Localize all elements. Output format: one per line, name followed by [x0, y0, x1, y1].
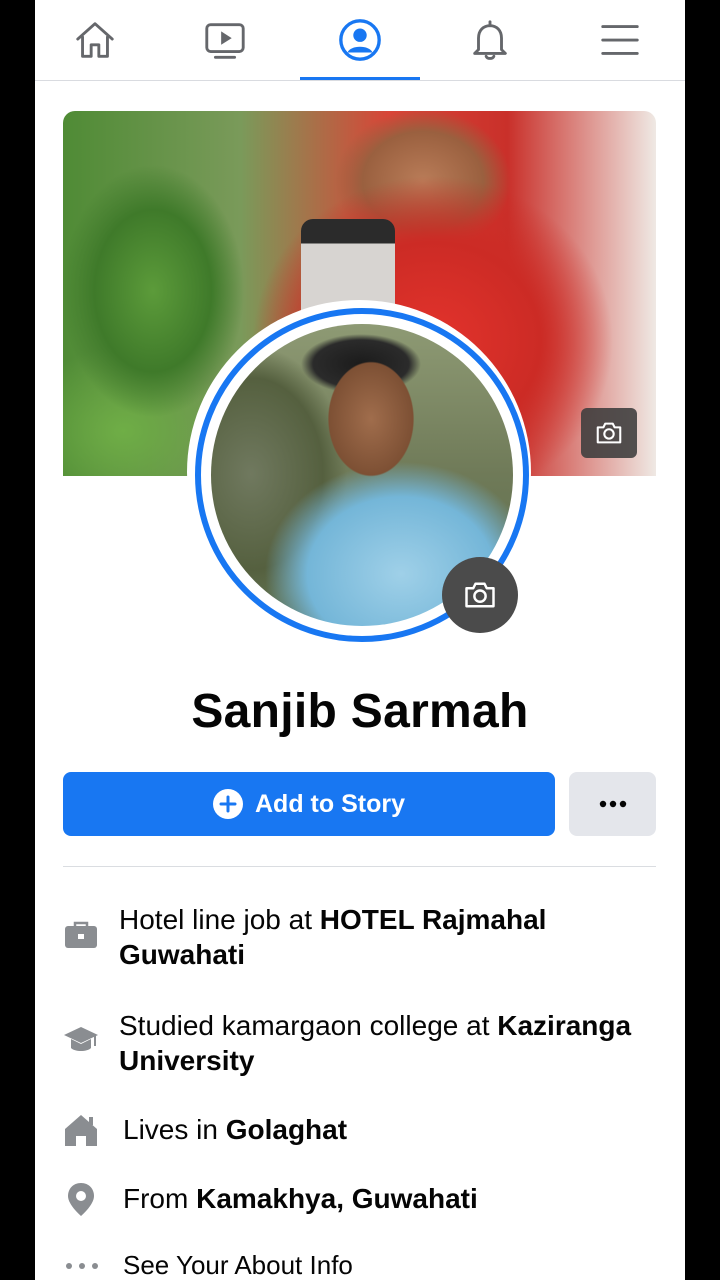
hamburger-menu-icon [601, 25, 639, 55]
tab-menu[interactable] [560, 0, 680, 80]
camera-icon [596, 422, 622, 444]
education-prefix: Studied kamargaon college at [119, 1010, 498, 1041]
section-divider [63, 866, 656, 867]
video-icon [205, 23, 245, 59]
edit-cover-photo-button[interactable] [581, 408, 637, 458]
camera-icon [465, 582, 495, 608]
bell-icon [473, 20, 507, 60]
work-prefix: Hotel line job at [119, 904, 320, 935]
tab-home[interactable] [35, 0, 155, 80]
more-dots-icon [599, 800, 626, 808]
edit-profile-picture-button[interactable] [442, 557, 518, 633]
briefcase-icon [65, 921, 97, 948]
see-about-info-link[interactable]: See Your About Info [123, 1250, 353, 1280]
top-navigation-bar [35, 0, 685, 81]
tab-profile[interactable] [300, 0, 420, 80]
more-options-button[interactable] [569, 772, 656, 836]
tab-notifications[interactable] [430, 0, 550, 80]
location-pin-icon [68, 1183, 94, 1216]
profile-screen: Sanjib Sarmah Add to Story Hotel line jo… [35, 0, 685, 1280]
lives-place[interactable]: Golaghat [226, 1114, 347, 1145]
tab-watch[interactable] [165, 0, 285, 80]
home-icon [76, 22, 114, 58]
more-dots-icon [66, 1263, 98, 1269]
add-to-story-button[interactable]: Add to Story [63, 772, 555, 836]
profile-icon [339, 19, 381, 61]
add-to-story-label: Add to Story [255, 789, 405, 818]
house-icon [65, 1115, 97, 1146]
from-place[interactable]: Kamakhya, Guwahati [196, 1183, 478, 1214]
plus-circle-icon [213, 789, 243, 819]
from-prefix: From [123, 1183, 197, 1214]
profile-name: Sanjib Sarmah [191, 685, 529, 738]
graduation-cap-icon [64, 1027, 98, 1051]
lives-prefix: Lives in [123, 1114, 226, 1145]
